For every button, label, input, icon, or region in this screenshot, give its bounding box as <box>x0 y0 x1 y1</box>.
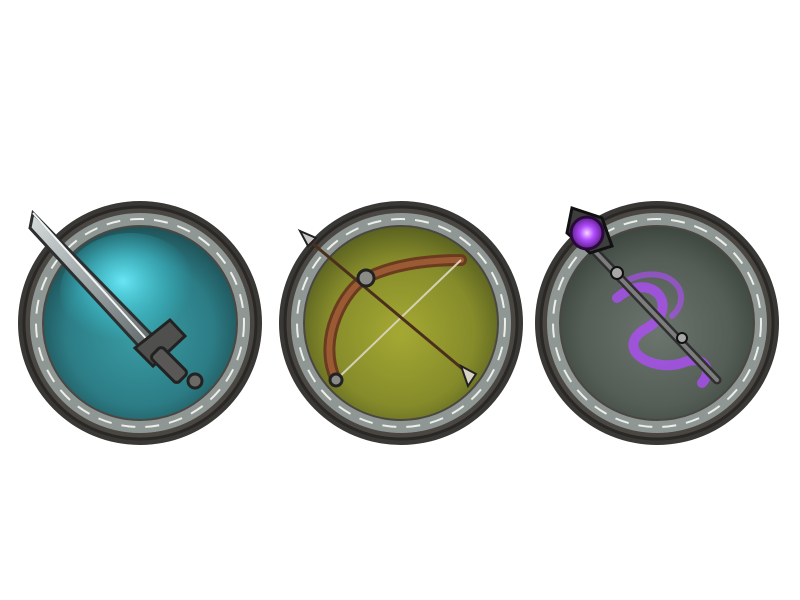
sword-icon <box>18 201 262 445</box>
magic-staff-weapon-button[interactable] <box>532 198 782 448</box>
weapon-icon-row <box>0 0 800 600</box>
sword-weapon-button[interactable] <box>15 198 265 448</box>
bow-weapon-button[interactable] <box>276 198 526 448</box>
magic-staff-icon <box>535 201 779 445</box>
bow-icon <box>279 201 523 445</box>
